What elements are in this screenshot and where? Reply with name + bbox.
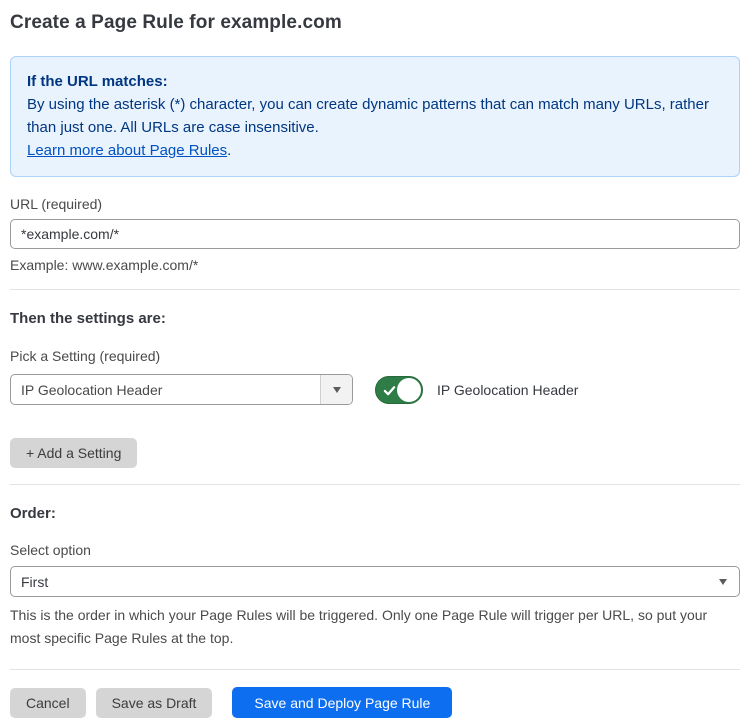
order-select-label: Select option [10, 542, 740, 558]
order-selected-value: First [21, 574, 48, 590]
pick-setting-label: Pick a Setting (required) [10, 348, 740, 364]
url-example-text: Example: www.example.com/* [10, 257, 740, 273]
info-box-body: By using the asterisk (*) character, you… [27, 93, 723, 139]
learn-more-link[interactable]: Learn more about Page Rules [27, 142, 227, 159]
pick-setting-selected-value: IP Geolocation Header [11, 375, 320, 404]
ip-geolocation-toggle-group: IP Geolocation Header [375, 376, 578, 404]
setting-row: IP Geolocation Header IP Geolocation Hea… [10, 374, 740, 405]
pick-setting-select[interactable]: IP Geolocation Header [10, 374, 353, 405]
check-icon [383, 384, 396, 397]
cancel-button[interactable]: Cancel [10, 688, 86, 718]
add-setting-button[interactable]: + Add a Setting [10, 438, 137, 468]
ip-geolocation-toggle-label: IP Geolocation Header [437, 382, 578, 398]
chevron-down-icon [333, 387, 341, 393]
divider [10, 669, 740, 670]
url-input[interactable] [10, 219, 740, 249]
link-punctuation: . [227, 142, 231, 159]
order-help-text: This is the order in which your Page Rul… [10, 604, 740, 650]
toggle-knob [397, 378, 421, 402]
ip-geolocation-toggle[interactable] [375, 376, 423, 404]
page-title: Create a Page Rule for example.com [10, 12, 740, 34]
save-draft-button[interactable]: Save as Draft [96, 688, 213, 718]
url-matches-info-box: If the URL matches: By using the asteris… [10, 56, 740, 177]
footer-actions: Cancel Save as Draft Save and Deploy Pag… [10, 687, 740, 718]
save-deploy-button[interactable]: Save and Deploy Page Rule [232, 687, 452, 718]
pick-setting-dropdown-button[interactable] [320, 375, 352, 404]
info-box-heading: If the URL matches: [27, 70, 723, 93]
create-page-rule-form: Create a Page Rule for example.com If th… [0, 0, 750, 718]
order-select[interactable]: First [10, 566, 740, 597]
order-section-heading: Order: [10, 505, 740, 522]
chevron-down-icon [719, 579, 727, 585]
divider [10, 289, 740, 290]
url-field-label: URL (required) [10, 196, 740, 212]
settings-section-heading: Then the settings are: [10, 310, 740, 327]
divider [10, 484, 740, 485]
info-box-link-line: Learn more about Page Rules. [27, 139, 723, 162]
